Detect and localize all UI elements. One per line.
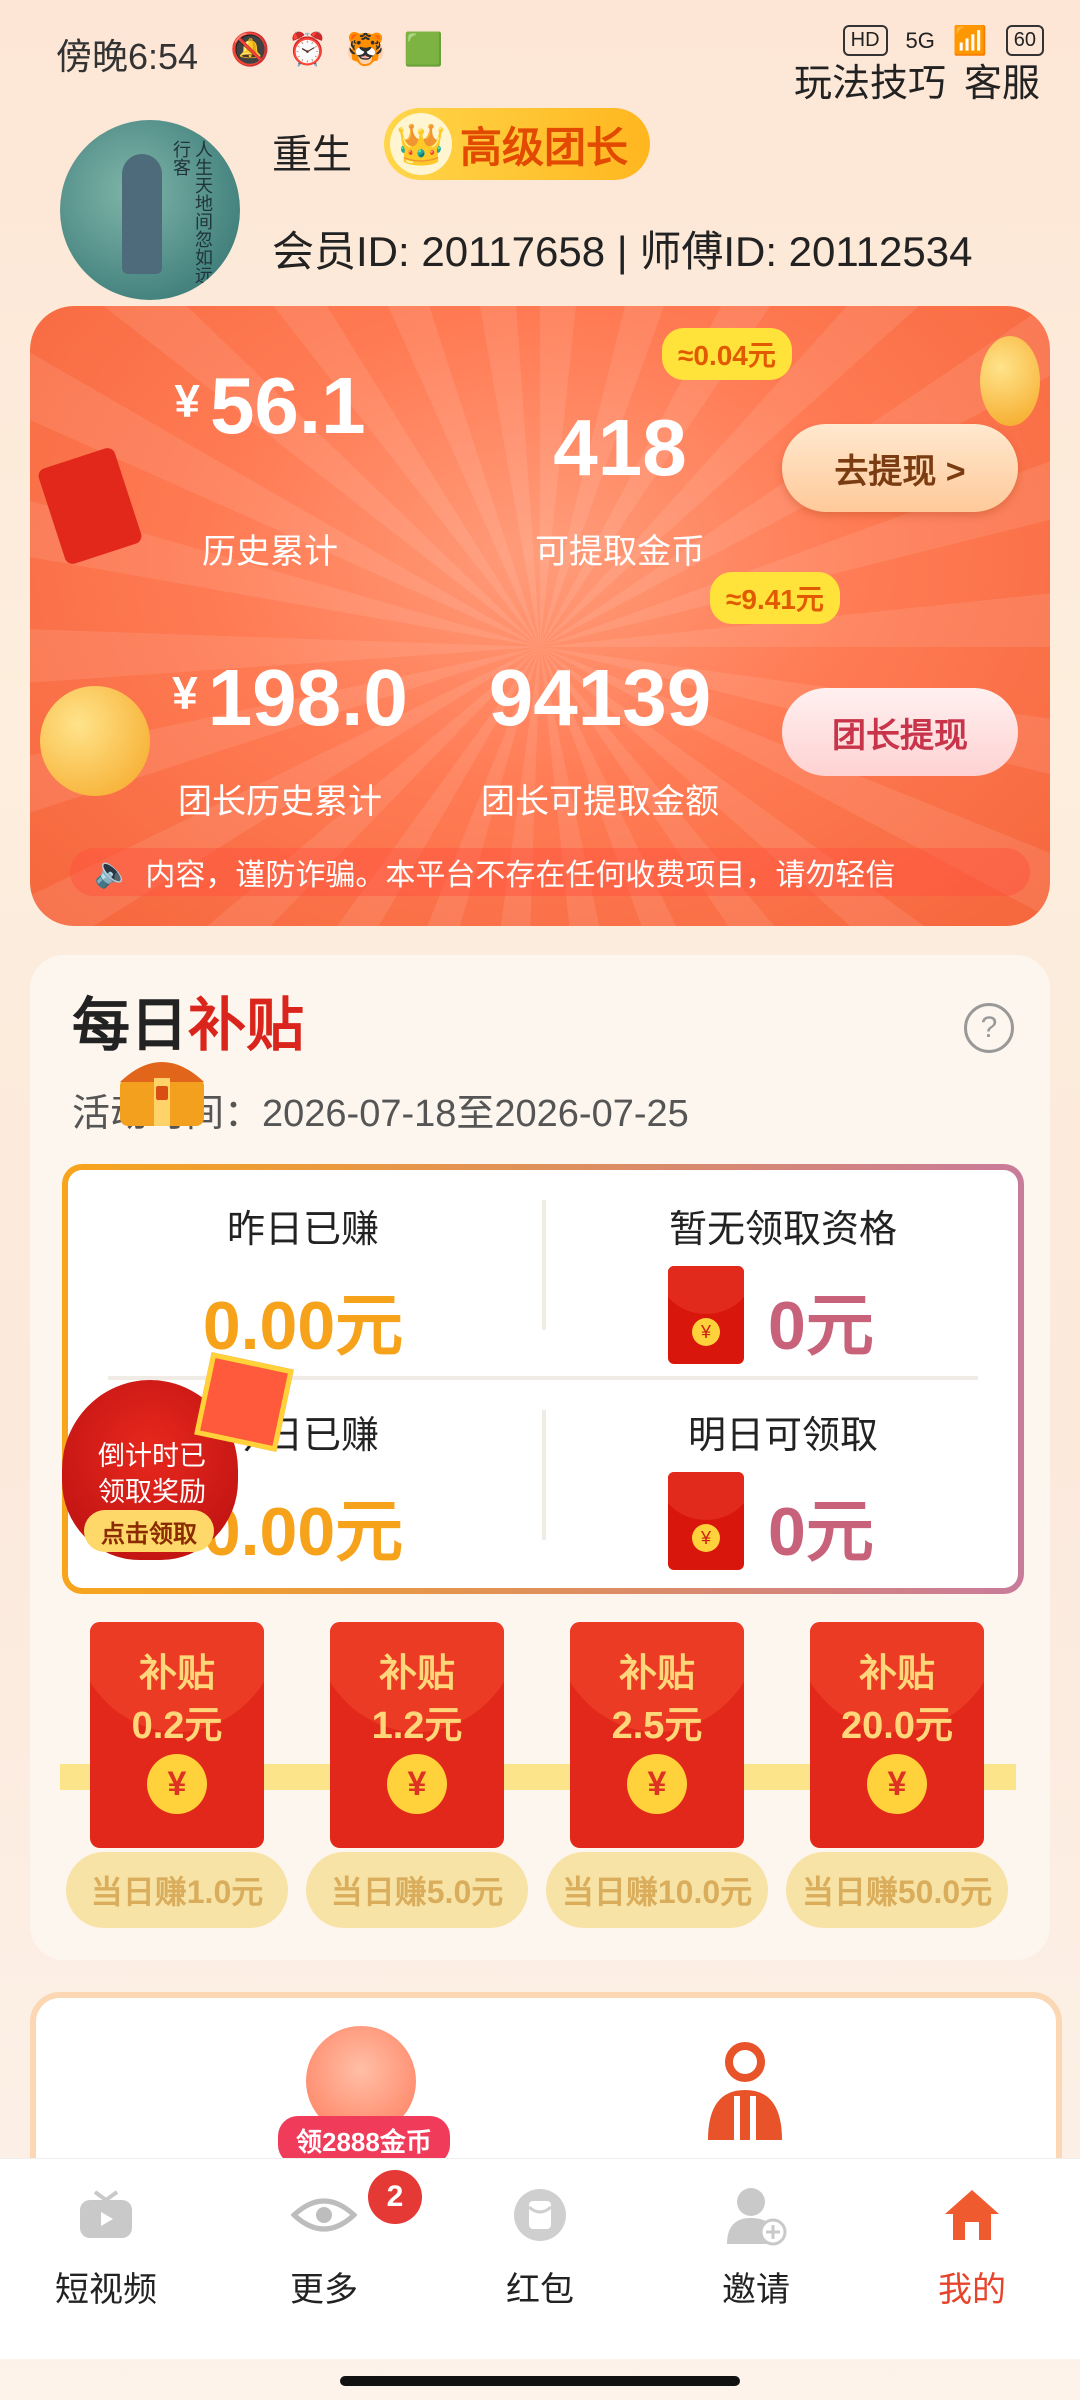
countdown-line1: 倒计时已 bbox=[98, 1441, 206, 1471]
treasure-chest-icon[interactable] bbox=[114, 1048, 210, 1130]
yen-symbol: ¥ bbox=[174, 375, 200, 427]
tips-link[interactable]: 玩法技巧 bbox=[794, 52, 946, 107]
claim-button[interactable]: 点击领取 bbox=[84, 1510, 214, 1552]
eligibility-title: 暂无领取资格 bbox=[668, 1209, 897, 1251]
coin-decoration bbox=[980, 336, 1040, 426]
home-indicator[interactable] bbox=[340, 2376, 740, 2386]
coins-hint: ≈0.04元 bbox=[662, 328, 792, 380]
help-icon[interactable]: ? bbox=[964, 1003, 1014, 1053]
reward-amount: 20.0元 bbox=[841, 1705, 953, 1747]
reward-packet-2[interactable]: 补贴 1.2元 ¥ bbox=[330, 1622, 504, 1848]
yesterday-earned-title: 昨日已赚 bbox=[226, 1209, 379, 1251]
eligibility-value: 0元 bbox=[768, 1288, 874, 1364]
tab-short-video[interactable]: 短视频 bbox=[16, 2180, 196, 2311]
tab-red-packet[interactable]: 红包 bbox=[450, 2180, 630, 2311]
avatar-poem: 人生天地间忽如远行客 bbox=[171, 140, 213, 284]
reward-label: 补贴 bbox=[858, 1653, 935, 1695]
service-link[interactable]: 客服 bbox=[964, 52, 1040, 107]
status-icons: 🔕 ⏰ 🐯 🟩 bbox=[230, 30, 443, 68]
level-badge: 👑 高级团长 bbox=[384, 108, 651, 180]
tab-label: 红包 bbox=[506, 2271, 574, 2309]
network-label: 5G bbox=[905, 27, 935, 53]
countdown-reward-bag[interactable]: 倒计时已 领取奖励 点击领取 bbox=[62, 1352, 294, 1560]
leader-withdraw-button[interactable]: 团长提现 bbox=[782, 688, 1018, 776]
withdraw-button[interactable]: 去提现 > bbox=[782, 424, 1018, 512]
reward-label: 补贴 bbox=[378, 1653, 455, 1695]
tomorrow-claimable-title: 明日可领取 bbox=[687, 1415, 878, 1457]
yen-symbol: ¥ bbox=[172, 667, 198, 719]
reward-condition-3: 当日赚10.0元 bbox=[546, 1852, 768, 1928]
reward-amount: 2.5元 bbox=[611, 1705, 703, 1747]
earnings-card: ¥56.1 历史累计 ≈0.04元 418 可提取金币 去提现 > ≈9.41元… bbox=[30, 306, 1050, 926]
ticker-text: 内容，谨防诈骗。本平台不存在任何收费项目，请勿轻信 bbox=[145, 859, 896, 892]
tab-invite[interactable]: 邀请 bbox=[666, 2180, 846, 2311]
reward-condition-1: 当日赚1.0元 bbox=[66, 1852, 288, 1928]
reward-condition-2: 当日赚5.0元 bbox=[306, 1852, 528, 1928]
divider bbox=[542, 1410, 546, 1540]
alarm-icon: ⏰ bbox=[287, 31, 328, 67]
leader-history-value: 198.0 bbox=[207, 653, 408, 742]
reward-packet-4[interactable]: 补贴 20.0元 ¥ bbox=[810, 1622, 984, 1848]
yen-coin-icon: ¥ bbox=[627, 1754, 687, 1814]
mute-icon: 🔕 bbox=[230, 31, 270, 67]
reward-packet-3[interactable]: 补贴 2.5元 ¥ bbox=[570, 1622, 744, 1848]
yesterday-earned-value: 0.00元 bbox=[202, 1288, 404, 1364]
leader-amount-value: 94139 bbox=[488, 653, 712, 742]
reward-amount: 0.2元 bbox=[131, 1705, 223, 1747]
history-total: ¥56.1 bbox=[140, 360, 400, 452]
tab-label: 我的 bbox=[938, 2271, 1006, 2309]
reward-label: 补贴 bbox=[138, 1653, 215, 1695]
tab-label: 短视频 bbox=[55, 2271, 157, 2309]
speaker-icon: 🔈 bbox=[94, 855, 132, 889]
app-notification-icon: 🐯 bbox=[345, 31, 386, 67]
avatar-figure bbox=[122, 154, 162, 274]
level-label: 高级团长 bbox=[460, 123, 629, 171]
username: 重生 bbox=[272, 133, 352, 177]
leader-amount-label: 团长可提取金额 bbox=[481, 783, 719, 821]
tab-mine[interactable]: 我的 bbox=[882, 2180, 1062, 2311]
red-packet-icon: ¥ bbox=[668, 1472, 744, 1570]
member-ids: 会员ID: 20117658 | 师傅ID: 20112534 bbox=[272, 228, 973, 275]
coins-value: 418 bbox=[553, 403, 687, 492]
tv-icon bbox=[71, 2180, 141, 2250]
countdown-line2: 领取奖励 bbox=[98, 1477, 206, 1507]
crown-icon: 👑 bbox=[390, 113, 452, 175]
notice-ticker: 🔈 内容，谨防诈骗。本平台不存在任何收费项目，请勿轻信 bbox=[70, 848, 1030, 896]
tomorrow-claimable-value: 0元 bbox=[768, 1494, 874, 1570]
avatar[interactable]: 人生天地间忽如远行客 bbox=[60, 120, 240, 300]
reward-condition-4: 当日赚50.0元 bbox=[786, 1852, 1008, 1928]
coins-label: 可提取金币 bbox=[535, 533, 705, 571]
referee-icon[interactable] bbox=[700, 2040, 790, 2150]
divider bbox=[542, 1200, 546, 1330]
leader-history-label: 团长历史累计 bbox=[178, 783, 382, 821]
yen-coin-icon: ¥ bbox=[387, 1754, 447, 1814]
chat-notification-icon: 🟩 bbox=[403, 31, 444, 67]
notification-badge: 2 bbox=[368, 2170, 422, 2224]
reward-packet-1[interactable]: 补贴 0.2元 ¥ bbox=[90, 1622, 264, 1848]
reward-amount: 1.2元 bbox=[371, 1705, 463, 1747]
eye-icon bbox=[289, 2180, 359, 2250]
add-user-icon bbox=[721, 2180, 791, 2250]
red-packet-icon: ¥ bbox=[668, 1266, 744, 1364]
tab-label: 邀请 bbox=[722, 2271, 790, 2309]
reward-label: 补贴 bbox=[618, 1653, 695, 1695]
red-packet-icon bbox=[505, 2180, 575, 2250]
top-links: 玩法技巧 客服 bbox=[794, 52, 1040, 107]
leader-history: ¥198.0 bbox=[130, 652, 450, 744]
history-total-value: 56.1 bbox=[209, 361, 366, 450]
yen-coin-icon: ¥ bbox=[867, 1754, 927, 1814]
status-time: 傍晚6:54 bbox=[56, 36, 199, 77]
tab-label: 更多 bbox=[290, 2271, 358, 2309]
home-icon bbox=[937, 2180, 1007, 2250]
yen-coin-icon: ¥ bbox=[147, 1754, 207, 1814]
history-total-label: 历史累计 bbox=[202, 533, 338, 571]
leader-hint: ≈9.41元 bbox=[710, 572, 840, 624]
